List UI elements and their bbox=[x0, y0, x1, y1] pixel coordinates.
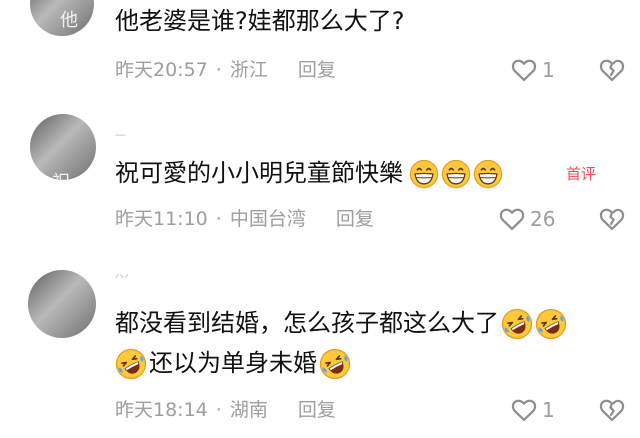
comment-time: 昨天18:14 bbox=[115, 399, 208, 421]
comment-text-line: 都没看到结婚，怎么孩子都这么大了 bbox=[115, 306, 567, 340]
reply-button[interactable]: 回复 bbox=[298, 399, 336, 421]
like-button[interactable]: 1 bbox=[510, 396, 555, 424]
rofl-emoji bbox=[319, 348, 351, 380]
comment-text-line: 还以为单身未婚 bbox=[115, 346, 351, 380]
rofl-emoji bbox=[115, 348, 147, 380]
comment-location: 湖南 bbox=[229, 399, 268, 421]
comment-text-body: 还以为单身未婚 bbox=[149, 349, 317, 377]
broken-heart-icon[interactable] bbox=[598, 396, 626, 424]
like-count: 1 bbox=[542, 398, 555, 422]
rofl-emoji bbox=[501, 308, 533, 340]
comment-meta: 昨天18:14 · 湖南 回复 bbox=[115, 398, 336, 422]
heart-outline-icon bbox=[510, 396, 538, 424]
separator-dot: · bbox=[215, 399, 222, 421]
username: ᐟᐠᐟ bbox=[115, 272, 129, 285]
comment-text-body: 都没看到结婚，怎么孩子都这么大了 bbox=[115, 309, 499, 337]
comment-item: ᐟᐠᐟ 都没看到结婚，怎么孩子都这么大了 还以为单身未婚 昨天18:14 · 湖南 回… bbox=[0, 0, 640, 438]
rofl-emoji bbox=[535, 308, 567, 340]
avatar[interactable] bbox=[28, 270, 96, 338]
